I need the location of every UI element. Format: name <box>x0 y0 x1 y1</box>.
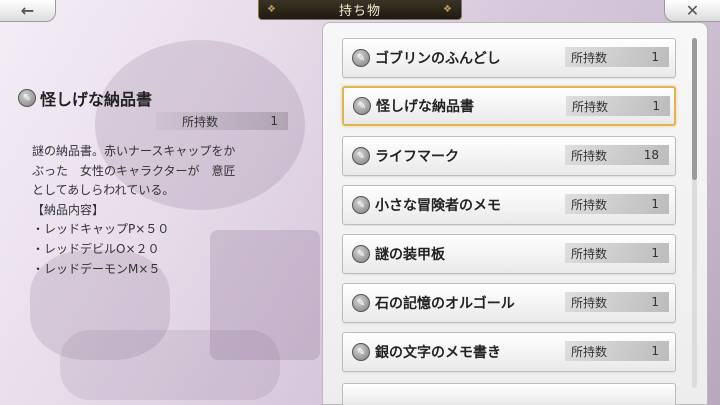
scrollbar-thumb[interactable] <box>692 38 697 180</box>
item-name: 怪しげな納品書 <box>376 99 474 115</box>
background-scroll-illustration <box>60 330 280 400</box>
item-count-label: 所持数 <box>571 246 608 261</box>
item-name: 銀の文字のメモ書き <box>375 345 501 361</box>
item-row-fundoshi[interactable]: ✎ ゴブリンのふんどし 所持数 1 <box>342 38 676 78</box>
item-count-label: 所持数 <box>571 50 608 65</box>
item-pouch-icon: ✎ <box>352 245 370 263</box>
item-row-music-box[interactable]: ✎ 石の記憶のオルゴール 所持数 1 <box>342 283 676 323</box>
top-bar: ← ❖ 持ち物 ❖ ✕ <box>0 0 720 24</box>
item-row-partial[interactable] <box>342 383 676 405</box>
item-pouch-icon: ✎ <box>18 89 36 107</box>
item-count-box: 所持数 1 <box>566 96 670 116</box>
item-row-armor-plate[interactable]: ✎ 謎の装甲板 所持数 1 <box>342 234 676 274</box>
item-count-label: 所持数 <box>571 148 608 163</box>
item-count-box: 所持数 1 <box>565 194 669 214</box>
item-detail-panel: ✎ 怪しげな納品書 所持数 1 <box>18 86 288 130</box>
item-count-box: 所持数 1 <box>565 243 669 263</box>
item-count-value: 18 <box>643 148 659 162</box>
item-name: 小さな冒険者のメモ <box>375 198 501 214</box>
description-line: としてあしらわれている。 <box>32 183 175 198</box>
item-name: 石の記憶のオルゴール <box>375 296 515 312</box>
description-line: ・レッドデーモンM×５ <box>32 261 161 276</box>
item-pouch-icon: ✎ <box>352 147 370 165</box>
back-arrow-icon: ← <box>20 1 35 20</box>
item-count-value: 1 <box>652 99 660 113</box>
item-count-box: 所持数 1 <box>565 341 669 361</box>
item-count-label: 所持数 <box>571 295 608 310</box>
detail-item-name: 怪しげな納品書 <box>40 90 153 109</box>
item-pouch-icon: ✎ <box>352 49 370 67</box>
back-button[interactable]: ← <box>0 0 56 22</box>
item-count-value: 1 <box>651 197 659 211</box>
item-count-box: 所持数 1 <box>565 47 669 67</box>
item-count-box: 所持数 1 <box>565 292 669 312</box>
close-icon: ✕ <box>685 1 700 20</box>
item-pouch-icon: ✎ <box>353 97 371 115</box>
detail-title: ✎ 怪しげな納品書 <box>18 86 278 110</box>
item-pouch-icon: ✎ <box>352 294 370 312</box>
item-count-value: 1 <box>651 344 659 358</box>
item-count-label: 所持数 <box>571 197 608 212</box>
description-line: ぶった 女性のキャラクターが 意匠 <box>32 163 236 178</box>
item-name: ライフマーク <box>375 149 459 165</box>
detail-count-label: 所持数 <box>182 114 219 129</box>
page-title-plate: ❖ 持ち物 ❖ <box>258 0 462 20</box>
item-count-label: 所持数 <box>571 344 608 359</box>
description-line: 謎の納品書。赤いナースキャップをか <box>32 144 236 158</box>
item-description: 謎の納品書。赤いナースキャップをか ぶった 女性のキャラクターが 意匠 としてあ… <box>32 142 292 279</box>
item-count-value: 1 <box>651 246 659 260</box>
description-line: ・レッドデビルO×２０ <box>32 241 160 256</box>
item-row-lifemark[interactable]: ✎ ライフマーク 所持数 18 <box>342 136 676 176</box>
item-pouch-icon: ✎ <box>352 196 370 214</box>
close-button[interactable]: ✕ <box>664 0 720 22</box>
ornament-left-icon: ❖ <box>267 4 277 15</box>
item-row-adventurer-memo[interactable]: ✎ 小さな冒険者のメモ 所持数 1 <box>342 185 676 225</box>
detail-count-value: 1 <box>270 114 278 128</box>
description-line: 【納品内容】 <box>32 202 105 217</box>
item-count-box: 所持数 18 <box>565 145 669 165</box>
item-row-invoice[interactable]: ✎ 怪しげな納品書 所持数 1 <box>342 86 676 126</box>
item-count-value: 1 <box>651 50 659 64</box>
item-count-label: 所持数 <box>572 99 609 114</box>
ornament-right-icon: ❖ <box>443 4 453 15</box>
page-title: 持ち物 <box>338 4 381 19</box>
description-line: ・レッドキャップP×５０ <box>32 222 170 237</box>
detail-count-bar: 所持数 1 <box>156 112 288 130</box>
item-name: 謎の装甲板 <box>375 247 445 263</box>
item-pouch-icon: ✎ <box>352 343 370 361</box>
item-count-value: 1 <box>651 295 659 309</box>
item-row-silver-memo[interactable]: ✎ 銀の文字のメモ書き 所持数 1 <box>342 332 676 372</box>
item-name: ゴブリンのふんどし <box>375 51 501 67</box>
